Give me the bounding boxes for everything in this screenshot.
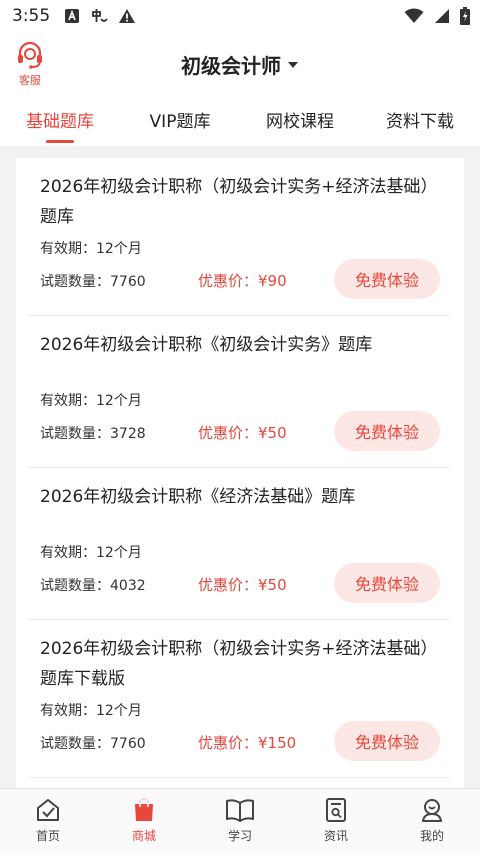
home-icon <box>37 799 59 821</box>
nav-label: 首页 <box>35 829 60 843</box>
product-name: 2026年初级会计职称《初级会计实务》题库 <box>40 335 373 355</box>
tab-materials-download[interactable]: 资料下载 <box>360 100 480 146</box>
nav-study[interactable]: 学习 <box>192 789 288 853</box>
shopping-bag-icon <box>135 798 153 821</box>
nav-label: 商城 <box>131 829 156 843</box>
page-title: 初级会计师 <box>181 54 281 78</box>
news-icon <box>326 798 346 822</box>
discount-price: 优惠价：¥90 <box>198 272 287 290</box>
warning-icon <box>119 9 136 23</box>
battery-icon <box>460 7 470 25</box>
question-count: 试题数量：4032 <box>40 578 146 594</box>
nav-label: 资讯 <box>323 829 348 843</box>
list-item[interactable]: 2026年初级会计职称（初级会计实务+经济法基础）题库下载版 有效期：12个月 … <box>28 620 450 778</box>
product-list: 2026年初级会计职称（初级会计实务+经济法基础）题库 有效期：12个月 试题数… <box>16 158 464 790</box>
header: 客服 初级会计师 <box>0 32 480 100</box>
validity: 有效期：12个月 <box>40 393 142 409</box>
profile-icon <box>422 799 442 822</box>
question-count: 试题数量：7760 <box>40 736 146 752</box>
product-name: 2026年初级会计职称《经济法基础》题库 <box>40 487 356 507</box>
nav-profile[interactable]: 我的 <box>384 789 480 853</box>
list-item[interactable]: 2026年初级会计职称（初级会计实务+经济法基础）题库 有效期：12个月 试题数… <box>28 158 450 316</box>
validity: 有效期：12个月 <box>40 545 142 561</box>
free-trial-button[interactable]: 免费体验 <box>334 411 440 451</box>
free-trial-button[interactable]: 免费体验 <box>334 259 440 299</box>
nav-label: 我的 <box>419 829 444 843</box>
caret-down-icon <box>288 61 298 68</box>
tab-basic-questions[interactable]: 基础题库 <box>0 100 120 146</box>
discount-price: 优惠价：¥150 <box>198 734 297 752</box>
free-trial-button[interactable]: 免费体验 <box>334 721 440 761</box>
question-count: 试题数量：3728 <box>40 426 146 442</box>
status-time: 3:55 <box>12 6 51 26</box>
app-notification-icon <box>65 9 80 23</box>
category-tabs: 基础题库 VIP题库 网校课程 资料下载 <box>0 100 480 146</box>
nav-news[interactable]: 资讯 <box>288 789 384 853</box>
nav-home[interactable]: 首页 <box>0 789 96 853</box>
product-name: 2026年初级会计职称（初级会计实务+经济法基础）题库 <box>40 177 438 227</box>
list-item[interactable]: 2026年初级会计职称《初级会计实务》题库 有效期：12个月 试题数量：3728… <box>28 316 450 468</box>
product-name: 2026年初级会计职称（初级会计实务+经济法基础）题库下载版 <box>40 639 438 689</box>
tab-vip-questions[interactable]: VIP题库 <box>120 100 240 146</box>
question-count: 试题数量：7760 <box>40 274 146 290</box>
discount-price: 优惠价：¥50 <box>198 576 287 594</box>
wifi-icon <box>404 8 424 23</box>
bottom-navigation: 首页 商城 学习 资讯 我的 <box>0 788 480 853</box>
app-notification-icon <box>92 9 108 22</box>
free-trial-button[interactable]: 免费体验 <box>334 563 440 603</box>
nav-label: 学习 <box>227 829 252 843</box>
validity: 有效期：12个月 <box>40 241 142 257</box>
book-icon <box>226 799 254 822</box>
discount-price: 优惠价：¥50 <box>198 424 287 442</box>
signal-icon <box>435 9 449 23</box>
tab-online-courses[interactable]: 网校课程 <box>240 100 360 146</box>
list-item[interactable]: 2026年初级会计职称《经济法基础》题库 有效期：12个月 试题数量：4032 … <box>28 468 450 620</box>
validity: 有效期：12个月 <box>40 703 142 719</box>
nav-mall[interactable]: 商城 <box>96 789 192 853</box>
status-bar: 3:55 <box>0 0 480 32</box>
exam-selector[interactable]: 初级会计师 <box>0 50 480 79</box>
